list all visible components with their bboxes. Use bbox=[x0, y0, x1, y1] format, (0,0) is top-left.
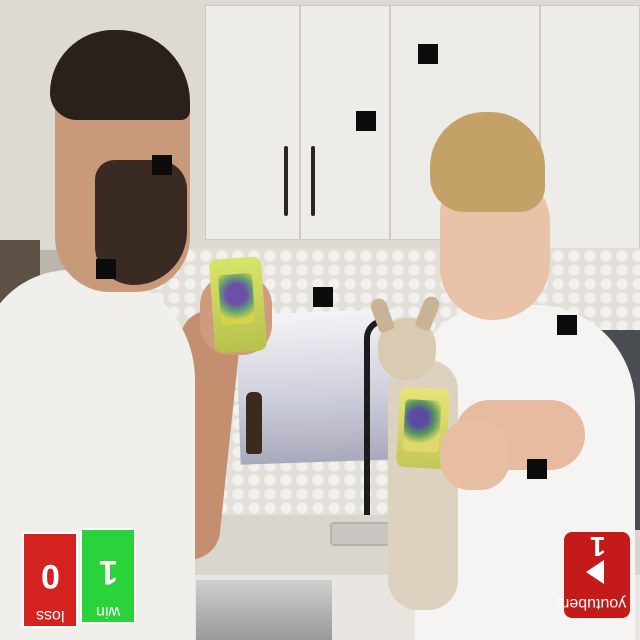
censor-block bbox=[96, 259, 116, 279]
boy-hair bbox=[430, 112, 545, 212]
dishwasher bbox=[196, 580, 332, 640]
loss-score-value: 0 bbox=[40, 557, 60, 595]
loss-score-label: loss bbox=[35, 607, 65, 624]
youtubers-label: youtubers bbox=[555, 595, 626, 612]
play-icon bbox=[586, 560, 604, 584]
cabinet-handle bbox=[284, 146, 288, 216]
censor-block bbox=[418, 44, 438, 64]
mug-icon bbox=[208, 256, 268, 354]
win-score-value: 1 bbox=[98, 553, 118, 591]
youtubers-count: 1 bbox=[590, 531, 606, 562]
cabinet-handle bbox=[311, 146, 315, 216]
loss-score-box: 0 loss bbox=[22, 532, 78, 628]
upper-cabinet bbox=[300, 5, 390, 240]
dog-head bbox=[368, 294, 442, 380]
boy-hand bbox=[440, 420, 510, 490]
upper-cabinet bbox=[205, 5, 300, 240]
win-score-label: win bbox=[95, 603, 120, 620]
youtubers-badge: 1 youtubers bbox=[556, 531, 630, 618]
censor-block bbox=[356, 111, 376, 131]
soap-bottle bbox=[246, 392, 262, 454]
win-score-box: 1 win bbox=[80, 528, 136, 624]
censor-block bbox=[313, 287, 333, 307]
censor-block bbox=[527, 459, 547, 479]
censor-block bbox=[152, 155, 172, 175]
censor-block bbox=[557, 315, 577, 335]
